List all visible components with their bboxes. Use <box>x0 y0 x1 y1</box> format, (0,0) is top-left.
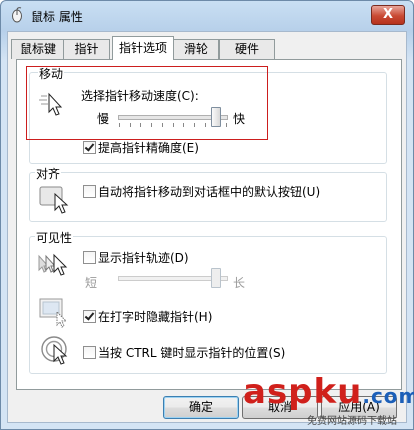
title-bar[interactable]: 鼠标 属性 X <box>1 1 413 31</box>
tab-pointer-options[interactable]: 指针选项 <box>112 36 174 60</box>
ok-button[interactable]: 确定 <box>163 396 239 419</box>
tab-wheel[interactable]: 滑轮 <box>173 39 219 59</box>
snap-to-default-icon <box>39 186 69 214</box>
tab-buttons[interactable]: 鼠标键 <box>11 39 65 59</box>
snap-to-default-label[interactable]: 自动将指针移动到对话框中的默认按钮(U) <box>98 183 320 200</box>
aspku-watermark: aspku.com 免费网站源码下载站 <box>243 372 414 428</box>
tab-hardware[interactable]: 硬件 <box>219 39 275 59</box>
precision-checkbox[interactable] <box>83 141 96 154</box>
show-location-ctrl-checkbox[interactable] <box>83 346 96 359</box>
show-location-ctrl-label[interactable]: 当按 CTRL 键时显示指针的位置(S) <box>98 344 285 361</box>
snap-to-default-checkbox[interactable] <box>83 185 96 198</box>
pointer-trails-slider[interactable] <box>211 268 222 288</box>
highlight-box <box>26 66 268 140</box>
pointer-trails-label[interactable]: 显示指针轨迹(D) <box>98 249 189 266</box>
watermark-brand: aspku.com <box>243 372 414 412</box>
tab-pointers[interactable]: 指针 <box>63 39 110 59</box>
visibility-group-label: 可见性 <box>35 229 74 246</box>
close-button[interactable]: X <box>371 5 405 25</box>
mouse-icon <box>12 7 22 23</box>
pointer-trails-checkbox[interactable] <box>83 251 96 264</box>
snap-to-group-label: 对齐 <box>35 165 62 182</box>
precision-label[interactable]: 提高指针精确度(E) <box>98 139 199 156</box>
watermark-caption: 免费网站源码下载站 <box>307 416 397 427</box>
watermark-tld-text: .com <box>362 384 414 408</box>
hide-while-typing-icon <box>39 298 68 328</box>
hide-while-typing-label[interactable]: 在打字时隐藏指针(H) <box>98 308 212 325</box>
show-location-ctrl-icon <box>41 336 68 365</box>
hide-while-typing-checkbox[interactable] <box>83 310 96 323</box>
pointer-trails-icon <box>38 253 68 276</box>
watermark-brand-text: aspku <box>243 372 363 412</box>
trails-long-label: 长 <box>233 276 246 290</box>
window-title: 鼠标 属性 <box>31 10 83 24</box>
trails-short-label: 短 <box>85 276 98 290</box>
